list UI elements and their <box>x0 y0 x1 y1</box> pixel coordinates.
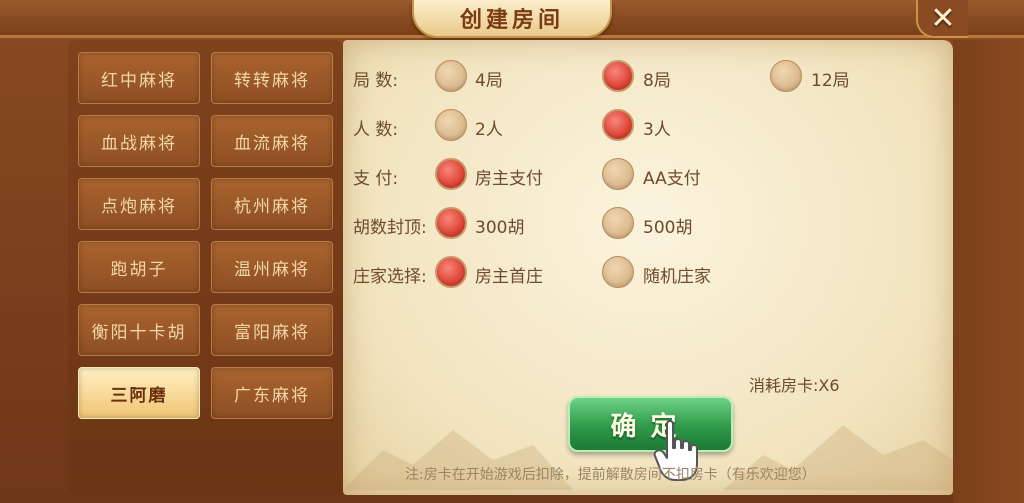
players-label: 人 数: <box>353 120 399 140</box>
rounds-4-radio[interactable] <box>435 60 467 92</box>
rounds-4-text: 4局 <box>475 71 503 91</box>
options-panel: 局 数: 4局 8局 12局 人 数: 2人 3人 支 付: 房主支付 AA支付… <box>343 40 953 495</box>
payment-owner-text: 房主支付 <box>475 169 543 189</box>
game-mode-wenzhou[interactable]: 温州麻将 <box>211 241 333 293</box>
players-2-text: 2人 <box>475 120 503 140</box>
game-mode-panel: 红中麻将 转转麻将 血战麻将 血流麻将 点炮麻将 杭州麻将 跑胡子 温州麻将 衡… <box>68 40 343 495</box>
dealer-random-text: 随机庄家 <box>643 267 711 287</box>
game-mode-hongzhong[interactable]: 红中麻将 <box>78 52 200 104</box>
close-button[interactable]: ✕ <box>916 0 968 38</box>
game-mode-guangdong[interactable]: 广东麻将 <box>211 367 333 419</box>
payment-aa-radio[interactable] <box>602 158 634 190</box>
rounds-8-radio[interactable] <box>602 60 634 92</box>
cap-500-radio[interactable] <box>602 207 634 239</box>
players-3-radio[interactable] <box>602 109 634 141</box>
game-mode-dianpao[interactable]: 点炮麻将 <box>78 178 200 230</box>
game-mode-xuezhan[interactable]: 血战麻将 <box>78 115 200 167</box>
cap-300-text: 300胡 <box>475 218 525 238</box>
page-title: 创建房间 <box>459 7 564 33</box>
payment-owner-radio[interactable] <box>435 158 467 190</box>
players-3-text: 3人 <box>643 120 671 140</box>
game-mode-paohuzi[interactable]: 跑胡子 <box>78 241 200 293</box>
dealer-label: 庄家选择: <box>353 267 427 287</box>
dealer-random-radio[interactable] <box>602 256 634 288</box>
rounds-label: 局 数: <box>353 71 399 91</box>
close-icon: ✕ <box>930 0 956 36</box>
game-mode-hengyang[interactable]: 衡阳十卡胡 <box>78 304 200 356</box>
room-card-cost: 消耗房卡:X6 <box>749 376 840 395</box>
title-banner: 创建房间 <box>412 0 612 38</box>
rounds-12-radio[interactable] <box>770 60 802 92</box>
rounds-12-text: 12局 <box>811 71 850 91</box>
game-mode-xueliu[interactable]: 血流麻将 <box>211 115 333 167</box>
game-mode-sanamo[interactable]: 三阿磨 <box>78 367 200 419</box>
dealer-owner-radio[interactable] <box>435 256 467 288</box>
dealer-owner-text: 房主首庄 <box>475 267 543 287</box>
cap-label: 胡数封顶: <box>353 218 427 238</box>
players-2-radio[interactable] <box>435 109 467 141</box>
game-mode-fuyang[interactable]: 富阳麻将 <box>211 304 333 356</box>
game-mode-zhuanzhuan[interactable]: 转转麻将 <box>211 52 333 104</box>
payment-label: 支 付: <box>353 169 399 189</box>
cap-500-text: 500胡 <box>643 218 693 238</box>
cap-300-radio[interactable] <box>435 207 467 239</box>
game-mode-hangzhou[interactable]: 杭州麻将 <box>211 178 333 230</box>
room-card-note: 注:房卡在开始游戏后扣除，提前解散房间不扣房卡（有乐欢迎您） <box>405 467 816 483</box>
rounds-8-text: 8局 <box>643 71 671 91</box>
right-frame <box>953 40 1024 503</box>
payment-aa-text: AA支付 <box>643 169 701 189</box>
